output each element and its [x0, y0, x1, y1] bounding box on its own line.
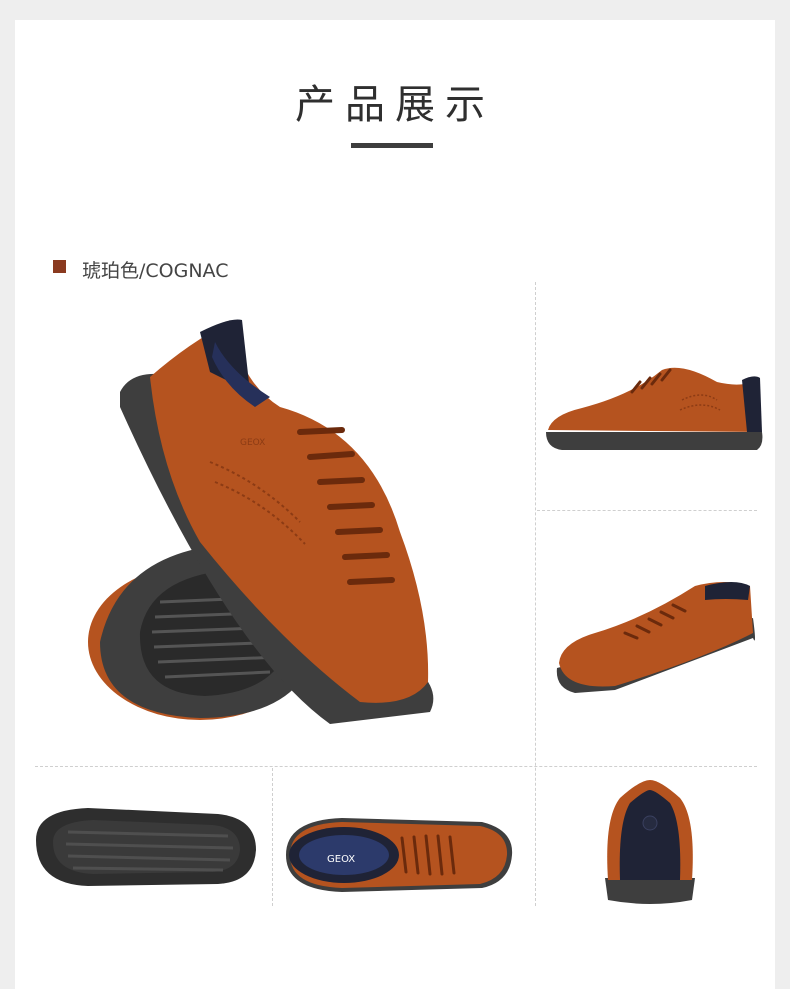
divider-horizontal-right — [537, 510, 757, 511]
brand-logo: GEOX — [240, 438, 265, 448]
rear-view — [600, 778, 700, 908]
title-underline — [351, 143, 433, 148]
divider-vertical-right — [535, 282, 536, 906]
hero-pair-view: GEOX — [80, 312, 450, 732]
divider-vertical-bottom-left — [272, 768, 273, 906]
insole-logo: GEOX — [327, 854, 355, 865]
page-title: 产品展示 — [295, 82, 495, 128]
divider-horizontal-bottom — [35, 766, 757, 767]
three-quarter-view — [555, 578, 760, 703]
outsole-view — [28, 800, 258, 890]
color-swatch — [53, 260, 66, 273]
side-view-right — [542, 360, 767, 460]
top-view: GEOX — [282, 810, 517, 895]
color-label: 琥珀色/COGNAC — [82, 260, 229, 282]
